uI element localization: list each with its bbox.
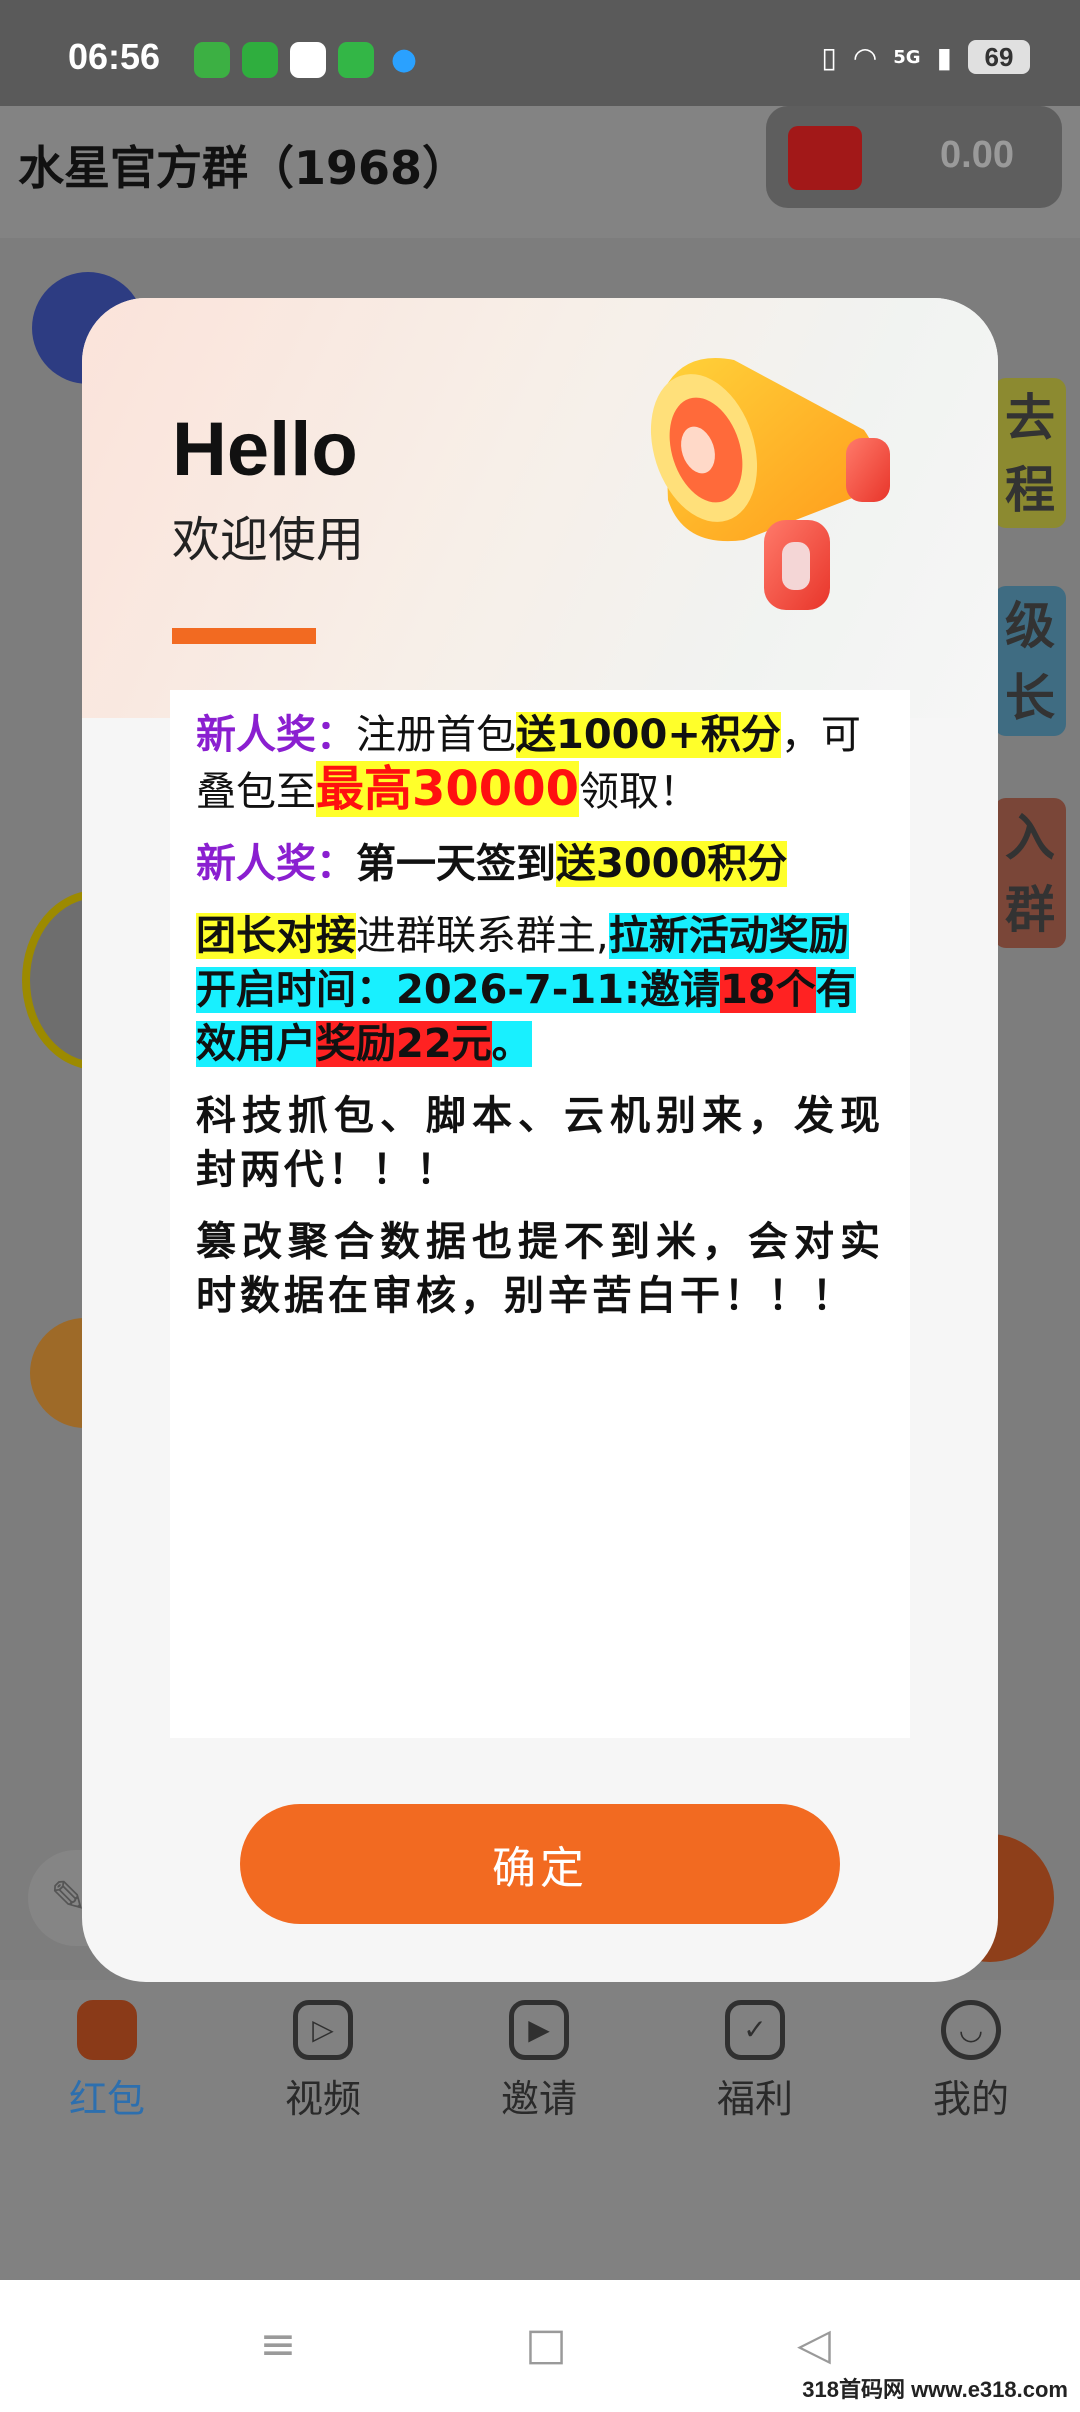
announcement-content: 新人奖：注册首包送1000+积分，可叠包至最高30000领取！ 新人奖：第一天签… bbox=[170, 690, 910, 1738]
system-nav-bar: ≡ □ ◁ 318首码网 www.e318.com bbox=[0, 2280, 1080, 2412]
home-icon[interactable]: □ bbox=[516, 2320, 576, 2370]
highlight-red: 奖励22元 bbox=[316, 1021, 492, 1067]
security-app-icon bbox=[290, 42, 326, 78]
text: 进群联系群主, bbox=[356, 913, 609, 959]
highlight-yellow: 送1000+积分 bbox=[516, 712, 781, 758]
tab-label: 福利 bbox=[716, 2077, 793, 2121]
user-icon: ◡ bbox=[941, 2000, 1001, 2060]
tab-label: 红包 bbox=[68, 2077, 145, 2121]
red-packet-icon bbox=[77, 2000, 137, 2060]
status-time: 06:56 bbox=[68, 36, 161, 77]
wallet-amount: 0.00 bbox=[940, 134, 1014, 176]
back-icon[interactable]: ◁ bbox=[784, 2320, 844, 2370]
gift-icon: ✓ bbox=[725, 2000, 785, 2060]
megaphone-icon bbox=[650, 358, 890, 610]
group-title: 水星官方群（1968） bbox=[18, 141, 469, 195]
tab-label: 我的 bbox=[932, 2077, 1009, 2121]
paragraph-signin-bonus: 新人奖：第一天签到送3000积分 bbox=[196, 837, 884, 891]
system-icons: ▯ ◠ 5G ▮ 69 bbox=[821, 40, 1030, 74]
video-icon: ▷ bbox=[293, 2000, 353, 2060]
tab-red-packet[interactable]: 红包 bbox=[27, 2000, 187, 2123]
red-envelope-icon bbox=[788, 126, 862, 190]
tab-label: 邀请 bbox=[500, 2077, 577, 2121]
welcome-dialog: Hello 欢迎使用 新人奖：注册首包送1000+积分，可叠包至最高30000领… bbox=[82, 298, 998, 1982]
confirm-button[interactable]: 确定 bbox=[240, 1804, 840, 1924]
tab-invite[interactable]: ▶ 邀请 bbox=[459, 2000, 619, 2123]
highlight-max: 最高30000 bbox=[316, 761, 579, 817]
highlight-red: 18个 bbox=[720, 967, 816, 1013]
qq-app-icon: ● bbox=[390, 42, 418, 77]
menu-icon[interactable]: ≡ bbox=[248, 2320, 308, 2370]
store-app-icon bbox=[338, 42, 374, 78]
label-newbie: 新人奖： bbox=[196, 712, 356, 758]
watermark: 318首码网 www.e318.com bbox=[802, 2377, 1068, 2402]
highlight-cyan: 。 bbox=[491, 1021, 532, 1067]
message-app-icon bbox=[194, 42, 230, 78]
battery-icon: 69 bbox=[968, 40, 1030, 74]
text: 领取！ bbox=[579, 769, 699, 815]
dialog-title: Hello bbox=[172, 407, 358, 492]
paragraph-warning-scripts: 科技抓包、脚本、云机别来，发现封两代！！！ bbox=[196, 1093, 884, 1193]
paragraph-invite-activity: 团长对接进群联系群主,拉新活动奖励开启时间：2026-7-11:邀请18个有效用… bbox=[196, 909, 884, 1071]
phone-app-icon bbox=[242, 42, 278, 78]
highlight-yellow: 团长对接 bbox=[196, 913, 356, 959]
side-badge[interactable]: 级长 bbox=[994, 586, 1066, 736]
paragraph-newbie-bonus: 新人奖：注册首包送1000+积分，可叠包至最高30000领取！ bbox=[196, 708, 884, 819]
wallet-button[interactable]: 0.00 bbox=[766, 106, 1062, 208]
tab-video[interactable]: ▷ 视频 bbox=[243, 2000, 403, 2123]
side-badge[interactable]: 入群 bbox=[994, 798, 1066, 948]
network-label: 5G bbox=[893, 46, 921, 68]
vibrate-icon: ▯ bbox=[821, 40, 837, 74]
tab-mine[interactable]: ◡ 我的 bbox=[891, 2000, 1051, 2123]
wifi-icon: ◠ bbox=[852, 40, 878, 74]
text: 第一天签到 bbox=[356, 841, 556, 887]
side-badge[interactable]: 去程 bbox=[994, 378, 1066, 528]
tab-label: 视频 bbox=[284, 2077, 361, 2121]
highlight-yellow: 送3000积分 bbox=[556, 841, 788, 887]
text: 注册首包 bbox=[356, 712, 516, 758]
status-bar: 06:56 ● ▯ ◠ 5G ▮ 69 bbox=[0, 0, 1080, 106]
app-header: 水星官方群（1968） 0.00 bbox=[0, 106, 1080, 238]
dialog-subtitle: 欢迎使用 bbox=[172, 512, 365, 568]
tab-welfare[interactable]: ✓ 福利 bbox=[675, 2000, 835, 2123]
bottom-tab-bar: 红包 ▷ 视频 ▶ 邀请 ✓ 福利 ◡ 我的 bbox=[0, 1980, 1080, 2280]
accent-divider bbox=[172, 628, 316, 644]
label-newbie: 新人奖： bbox=[196, 841, 356, 887]
paragraph-warning-tamper: 篡改聚合数据也提不到米，会对实时数据在审核，别辛苦白干！！！ bbox=[196, 1219, 884, 1319]
tv-icon: ▶ bbox=[509, 2000, 569, 2060]
signal-icon: ▮ bbox=[936, 40, 952, 74]
